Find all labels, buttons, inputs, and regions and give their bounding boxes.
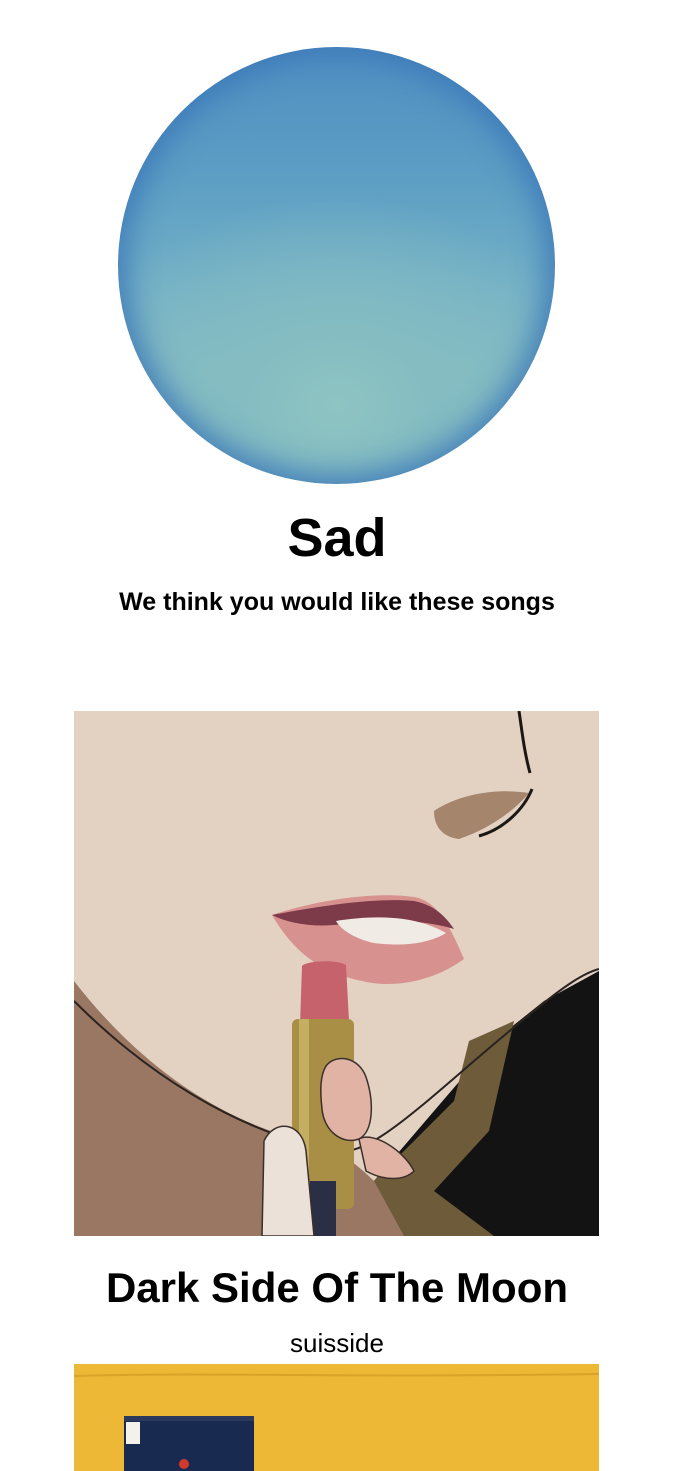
mood-title: Sad [287,508,387,568]
mood-results-page: Sad We think you would like these songs [0,0,674,1471]
recommendation-subtitle: We think you would like these songs [119,588,555,616]
album-art-yellow [74,1364,599,1471]
song-artist: suisside [290,1328,384,1358]
album-art-lipstick [74,711,599,1236]
song-cover-image[interactable] [74,1364,599,1471]
mood-orb [118,47,555,484]
song-cover-image[interactable] [74,711,599,1236]
song-title[interactable]: Dark Side Of The Moon [0,1262,674,1314]
